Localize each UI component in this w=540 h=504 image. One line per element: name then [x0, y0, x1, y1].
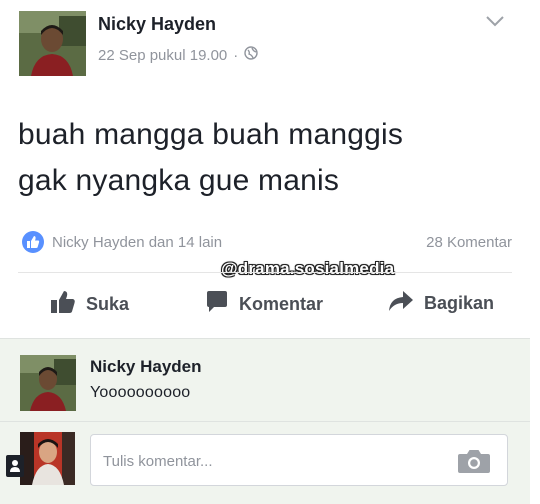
globe-icon	[244, 46, 258, 64]
comment-button[interactable]: Komentar	[205, 290, 323, 319]
comment-composer[interactable]	[90, 434, 508, 486]
reactions-bar: Nicky Hayden dan 14 lain 28 Komentar	[18, 228, 512, 258]
comments-section: Nicky Hayden Yoooooooooo	[0, 338, 530, 504]
share-arrow-icon	[388, 290, 414, 317]
post-time[interactable]: 22 Sep pukul 19.00	[98, 47, 227, 64]
comment-count[interactable]: 28 Komentar	[426, 234, 512, 251]
chevron-down-icon[interactable]	[484, 12, 506, 30]
meta-separator: ·	[233, 46, 239, 64]
comment-label: Komentar	[239, 294, 324, 314]
camera-icon[interactable]	[457, 448, 491, 474]
like-button[interactable]: Suka	[50, 290, 129, 319]
author-name[interactable]: Nicky Hayden	[98, 14, 216, 35]
divider	[0, 421, 530, 422]
watermark: @drama.sosialmedia	[221, 259, 395, 278]
post-meta: 22 Sep pukul 19.00 ·	[98, 46, 258, 64]
commenter-avatar[interactable]	[20, 355, 76, 411]
thumbs-up-icon	[50, 290, 76, 319]
profile-badge-icon	[6, 455, 24, 477]
post-header: Nicky Hayden 22 Sep pukul 19.00 ·	[0, 0, 540, 90]
commenter-name[interactable]: Nicky Hayden	[90, 357, 202, 377]
comment-bubble-icon	[205, 290, 229, 319]
comment-text: Yoooooooooo	[90, 384, 191, 401]
reaction-names[interactable]: Nicky Hayden dan 14 lain	[52, 234, 222, 251]
share-label: Bagikan	[424, 293, 495, 313]
post-text: buah mangga buah manggis gak nyangka gue…	[18, 112, 518, 204]
comment-input[interactable]	[103, 449, 443, 473]
post-text-line: gak nyangka gue manis	[18, 164, 340, 197]
divider	[18, 272, 512, 273]
current-user-avatar[interactable]	[20, 432, 75, 485]
like-label: Suka	[86, 294, 130, 314]
like-reaction-icon[interactable]	[22, 231, 44, 253]
post-text-line: buah mangga buah manggis	[18, 118, 404, 151]
author-avatar[interactable]	[19, 11, 86, 76]
action-bar: Suka Komentar Bagikan	[0, 280, 540, 328]
share-button[interactable]: Bagikan	[388, 290, 494, 317]
